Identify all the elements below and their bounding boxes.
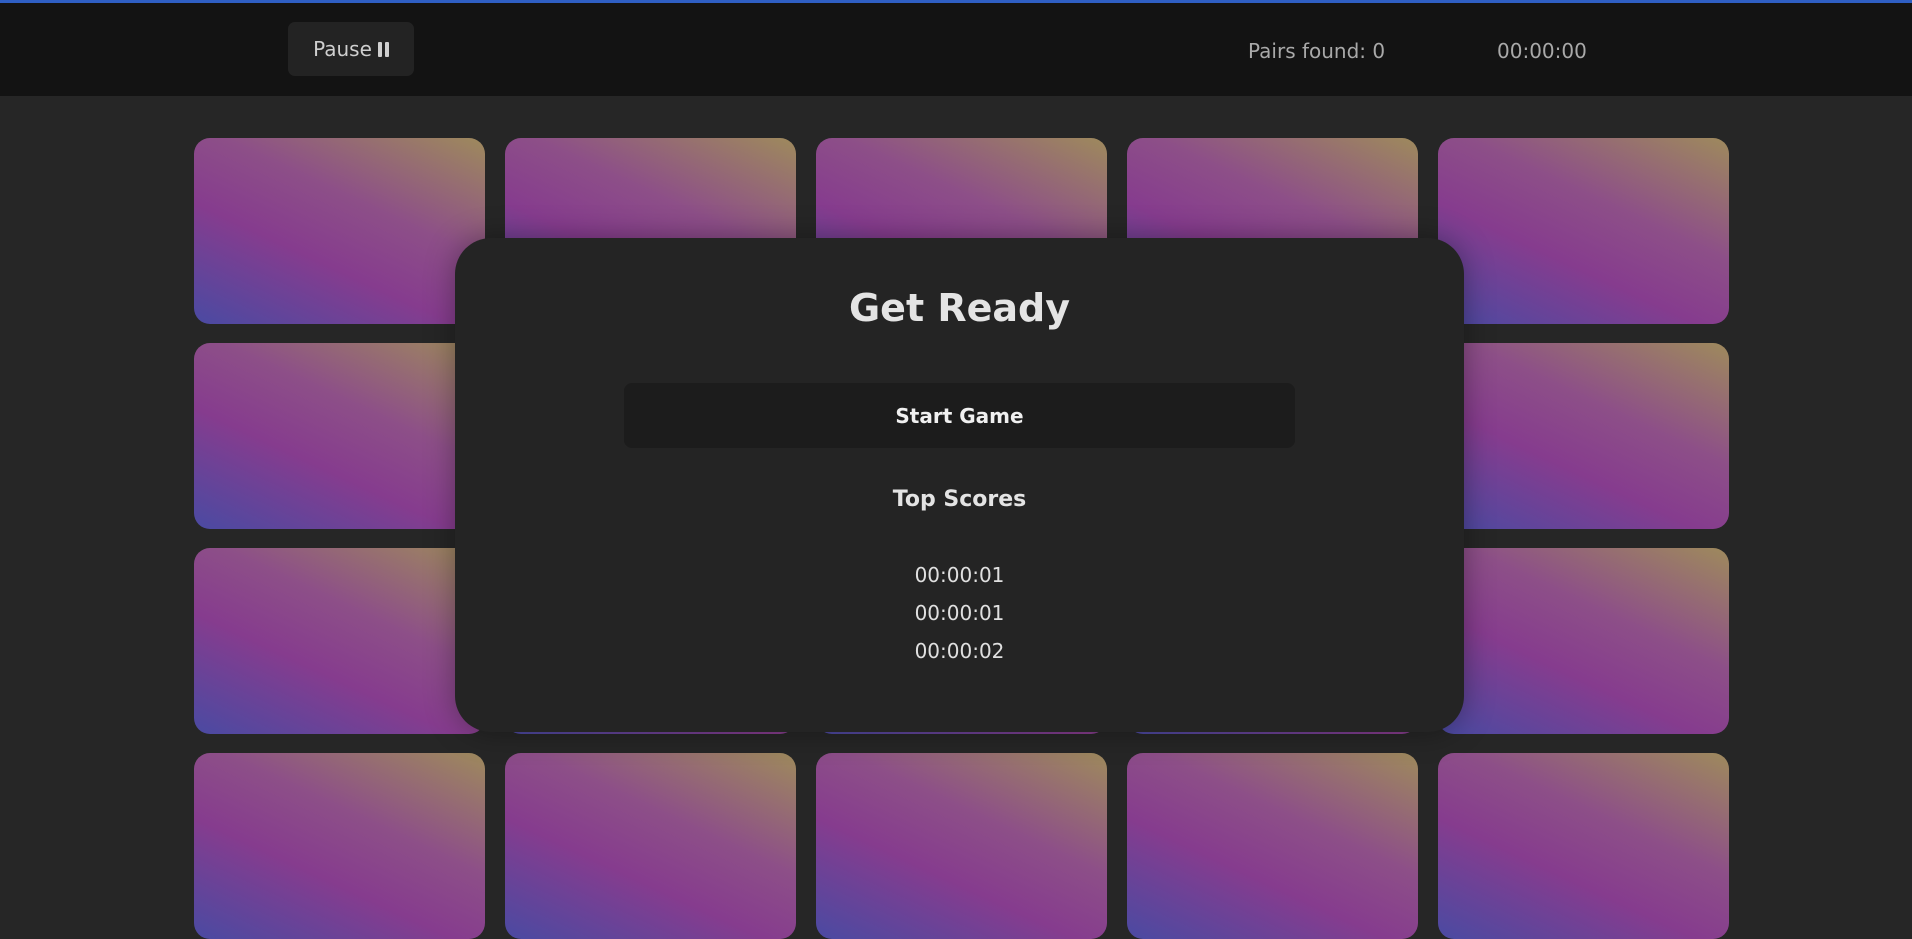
memory-card[interactable] <box>194 753 485 939</box>
top-scores-list: 00:00:01 00:00:01 00:00:02 <box>455 562 1464 676</box>
pairs-found-counter: Pairs found: 0 <box>1248 39 1386 63</box>
memory-card[interactable] <box>194 548 485 734</box>
get-ready-modal: Get Ready Start Game Top Scores 00:00:01… <box>455 238 1464 732</box>
memory-card[interactable] <box>505 753 796 939</box>
memory-card[interactable] <box>1438 753 1729 939</box>
game-timer: 00:00:00 <box>1497 39 1587 63</box>
memory-card[interactable] <box>1438 343 1729 529</box>
top-scores-heading: Top Scores <box>892 487 1027 512</box>
memory-card[interactable] <box>1438 138 1729 324</box>
memory-card[interactable] <box>194 343 485 529</box>
memory-card[interactable] <box>194 138 485 324</box>
score-entry: 00:00:01 <box>914 563 1005 587</box>
memory-card[interactable] <box>1438 548 1729 734</box>
pause-icon <box>377 41 389 57</box>
pause-label: Pause <box>313 37 372 61</box>
score-entry: 00:00:01 <box>914 601 1005 625</box>
memory-card[interactable] <box>816 753 1107 939</box>
memory-card[interactable] <box>1127 753 1418 939</box>
start-game-button[interactable]: Start Game <box>624 383 1295 448</box>
modal-title: Get Ready <box>848 286 1070 330</box>
game-header: Pause Pairs found: 0 00:00:00 <box>0 3 1912 96</box>
pause-button[interactable]: Pause <box>288 22 414 76</box>
score-entry: 00:00:02 <box>914 639 1005 663</box>
